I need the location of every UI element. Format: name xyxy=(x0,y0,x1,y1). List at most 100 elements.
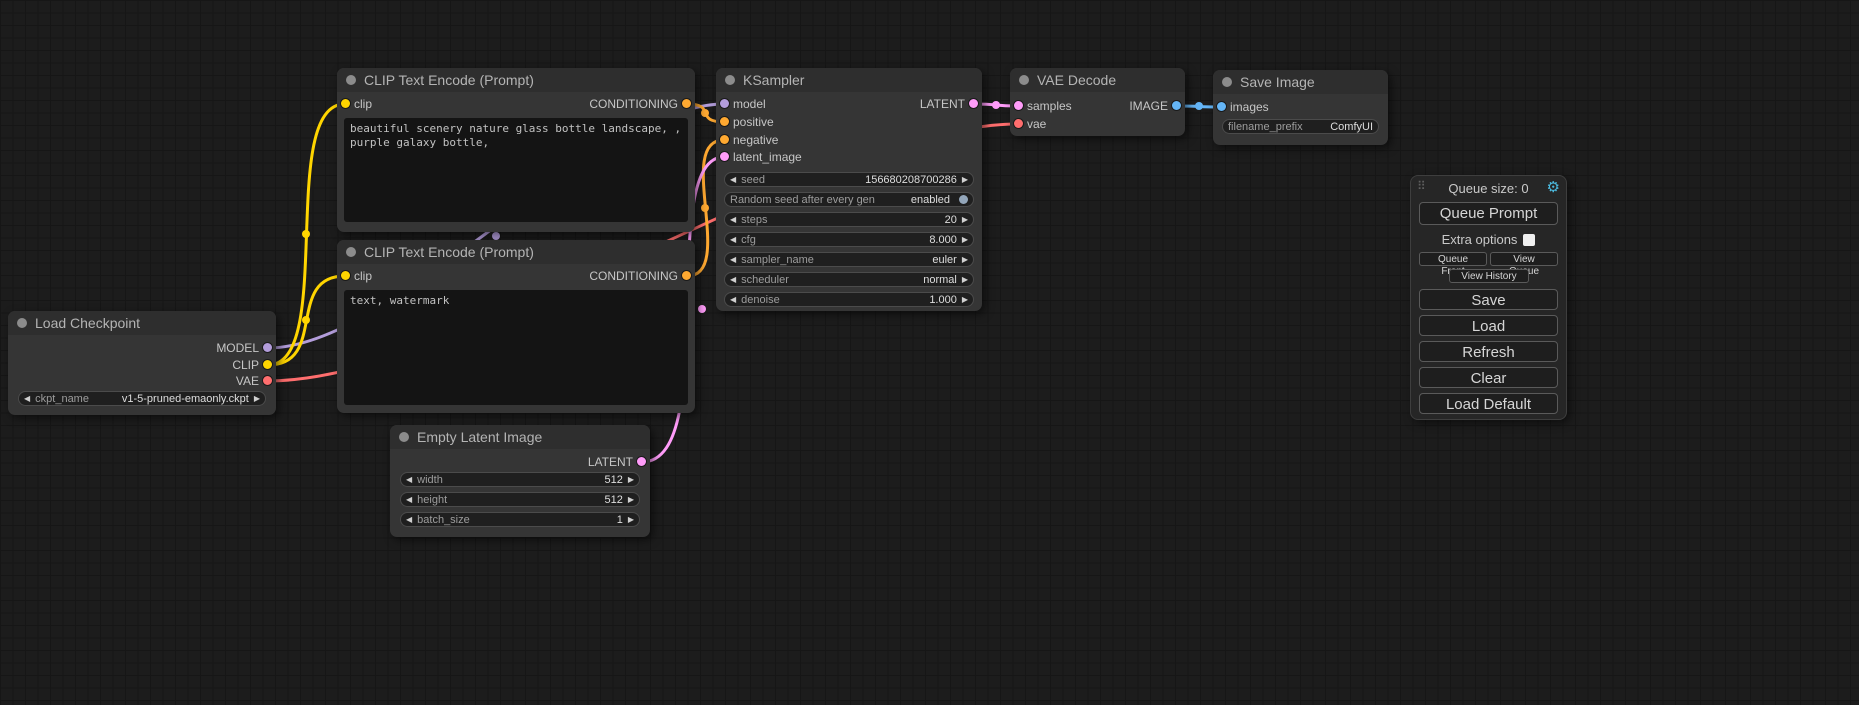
increment-arrow-icon[interactable]: ▶ xyxy=(962,233,968,246)
extra-options-row: Extra options xyxy=(1411,232,1566,247)
refresh-button[interactable]: Refresh xyxy=(1419,341,1558,362)
height-widget[interactable]: ◀ height 512 ▶ xyxy=(400,492,640,507)
decrement-arrow-icon[interactable]: ◀ xyxy=(406,493,412,506)
link-dot xyxy=(492,232,500,240)
input-port-positive[interactable] xyxy=(720,117,729,126)
collapse-dot-icon[interactable] xyxy=(1019,75,1029,85)
node-vae-decode[interactable]: VAE Decode samples vae IMAGE xyxy=(1010,68,1185,136)
widget-value: 512 xyxy=(604,474,622,486)
widget-label: filename_prefix xyxy=(1228,121,1303,133)
output-port-image[interactable] xyxy=(1172,101,1181,110)
input-port-negative[interactable] xyxy=(720,135,729,144)
node-graph-canvas[interactable]: Load Checkpoint MODEL CLIP VAE ◀ ckpt_na… xyxy=(0,0,1859,705)
prev-arrow-icon[interactable]: ◀ xyxy=(730,253,736,266)
input-port-latent-image[interactable] xyxy=(720,152,729,161)
prompt-textarea[interactable]: beautiful scenery nature glass bottle la… xyxy=(344,118,688,222)
decrement-arrow-icon[interactable]: ◀ xyxy=(730,293,736,306)
output-label-clip: CLIP xyxy=(232,358,259,372)
input-port-clip[interactable] xyxy=(341,271,350,280)
denoise-widget[interactable]: ◀ denoise 1.000 ▶ xyxy=(724,292,974,307)
seed-widget[interactable]: ◀ seed 156680208700286 ▶ xyxy=(724,172,974,187)
output-port-model[interactable] xyxy=(263,343,272,352)
clear-button[interactable]: Clear xyxy=(1419,367,1558,388)
settings-gear-icon[interactable]: ⚙ xyxy=(1547,178,1560,196)
node-clip-text-encode-positive[interactable]: CLIP Text Encode (Prompt) clip CONDITION… xyxy=(337,68,695,232)
ckpt-name-widget[interactable]: ◀ ckpt_name v1-5-pruned-emaonly.ckpt ▶ xyxy=(18,391,266,406)
node-title-bar[interactable]: VAE Decode xyxy=(1010,68,1185,92)
load-button[interactable]: Load xyxy=(1419,315,1558,336)
node-title-bar[interactable]: Save Image xyxy=(1213,70,1388,94)
toggle-dot-icon[interactable] xyxy=(959,195,968,204)
widget-value: 8.000 xyxy=(929,234,957,246)
next-arrow-icon[interactable]: ▶ xyxy=(254,392,260,405)
link-dot xyxy=(302,316,310,324)
widget-label: height xyxy=(417,494,447,506)
increment-arrow-icon[interactable]: ▶ xyxy=(628,513,634,526)
increment-arrow-icon[interactable]: ▶ xyxy=(628,493,634,506)
load-default-button[interactable]: Load Default xyxy=(1419,393,1558,414)
decrement-arrow-icon[interactable]: ◀ xyxy=(406,513,412,526)
decrement-arrow-icon[interactable]: ◀ xyxy=(730,173,736,186)
decrement-arrow-icon[interactable]: ◀ xyxy=(730,213,736,226)
input-port-model[interactable] xyxy=(720,99,729,108)
view-queue-button[interactable]: View Queue xyxy=(1490,252,1558,266)
output-port-conditioning[interactable] xyxy=(682,99,691,108)
random-seed-toggle-widget[interactable]: Random seed after every gen enabled xyxy=(724,192,974,207)
collapse-dot-icon[interactable] xyxy=(346,247,356,257)
node-ksampler[interactable]: KSampler model positive negative latent_… xyxy=(716,68,982,311)
queue-size-label: Queue size: 0 xyxy=(1411,181,1566,196)
sampler-name-widget[interactable]: ◀ sampler_name euler ▶ xyxy=(724,252,974,267)
input-port-images[interactable] xyxy=(1217,102,1226,111)
widget-value: v1-5-pruned-emaonly.ckpt xyxy=(122,393,249,405)
collapse-dot-icon[interactable] xyxy=(725,75,735,85)
node-title: KSampler xyxy=(743,72,804,88)
cfg-widget[interactable]: ◀ cfg 8.000 ▶ xyxy=(724,232,974,247)
view-history-button[interactable]: View History xyxy=(1449,269,1529,283)
output-port-conditioning[interactable] xyxy=(682,271,691,280)
prompt-textarea[interactable]: text, watermark xyxy=(344,290,688,405)
output-port-latent[interactable] xyxy=(969,99,978,108)
output-port-latent[interactable] xyxy=(637,457,646,466)
decrement-arrow-icon[interactable]: ◀ xyxy=(406,473,412,486)
collapse-dot-icon[interactable] xyxy=(399,432,409,442)
filename-prefix-widget[interactable]: filename_prefix ComfyUI xyxy=(1222,119,1379,134)
collapse-dot-icon[interactable] xyxy=(346,75,356,85)
node-title-bar[interactable]: CLIP Text Encode (Prompt) xyxy=(337,68,695,92)
increment-arrow-icon[interactable]: ▶ xyxy=(962,173,968,186)
next-arrow-icon[interactable]: ▶ xyxy=(962,273,968,286)
output-port-vae[interactable] xyxy=(263,376,272,385)
prev-arrow-icon[interactable]: ◀ xyxy=(24,392,30,405)
input-port-vae[interactable] xyxy=(1014,119,1023,128)
node-title-bar[interactable]: CLIP Text Encode (Prompt) xyxy=(337,240,695,264)
batch-size-widget[interactable]: ◀ batch_size 1 ▶ xyxy=(400,512,640,527)
collapse-dot-icon[interactable] xyxy=(1222,77,1232,87)
collapse-dot-icon[interactable] xyxy=(17,318,27,328)
queue-front-button[interactable]: Queue Front xyxy=(1419,252,1487,266)
extra-options-checkbox[interactable] xyxy=(1523,234,1535,246)
node-save-image[interactable]: Save Image images filename_prefix ComfyU… xyxy=(1213,70,1388,145)
node-title-bar[interactable]: Empty Latent Image xyxy=(390,425,650,449)
save-button[interactable]: Save xyxy=(1419,289,1558,310)
prev-arrow-icon[interactable]: ◀ xyxy=(730,273,736,286)
node-title-bar[interactable]: Load Checkpoint xyxy=(8,311,276,335)
next-arrow-icon[interactable]: ▶ xyxy=(962,253,968,266)
widget-value: 1 xyxy=(617,514,623,526)
output-port-clip[interactable] xyxy=(263,360,272,369)
node-load-checkpoint[interactable]: Load Checkpoint MODEL CLIP VAE ◀ ckpt_na… xyxy=(8,311,276,415)
widget-value: 20 xyxy=(945,214,957,226)
input-port-clip[interactable] xyxy=(341,99,350,108)
node-title-bar[interactable]: KSampler xyxy=(716,68,982,92)
link-dot xyxy=(701,109,709,117)
increment-arrow-icon[interactable]: ▶ xyxy=(962,293,968,306)
queue-prompt-button[interactable]: Queue Prompt xyxy=(1419,202,1558,225)
increment-arrow-icon[interactable]: ▶ xyxy=(962,213,968,226)
input-label-vae: vae xyxy=(1027,117,1046,131)
node-clip-text-encode-negative[interactable]: CLIP Text Encode (Prompt) clip CONDITION… xyxy=(337,240,695,413)
input-port-samples[interactable] xyxy=(1014,101,1023,110)
node-empty-latent-image[interactable]: Empty Latent Image LATENT ◀ width 512 ▶ … xyxy=(390,425,650,537)
width-widget[interactable]: ◀ width 512 ▶ xyxy=(400,472,640,487)
increment-arrow-icon[interactable]: ▶ xyxy=(628,473,634,486)
steps-widget[interactable]: ◀ steps 20 ▶ xyxy=(724,212,974,227)
scheduler-widget[interactable]: ◀ scheduler normal ▶ xyxy=(724,272,974,287)
decrement-arrow-icon[interactable]: ◀ xyxy=(730,233,736,246)
